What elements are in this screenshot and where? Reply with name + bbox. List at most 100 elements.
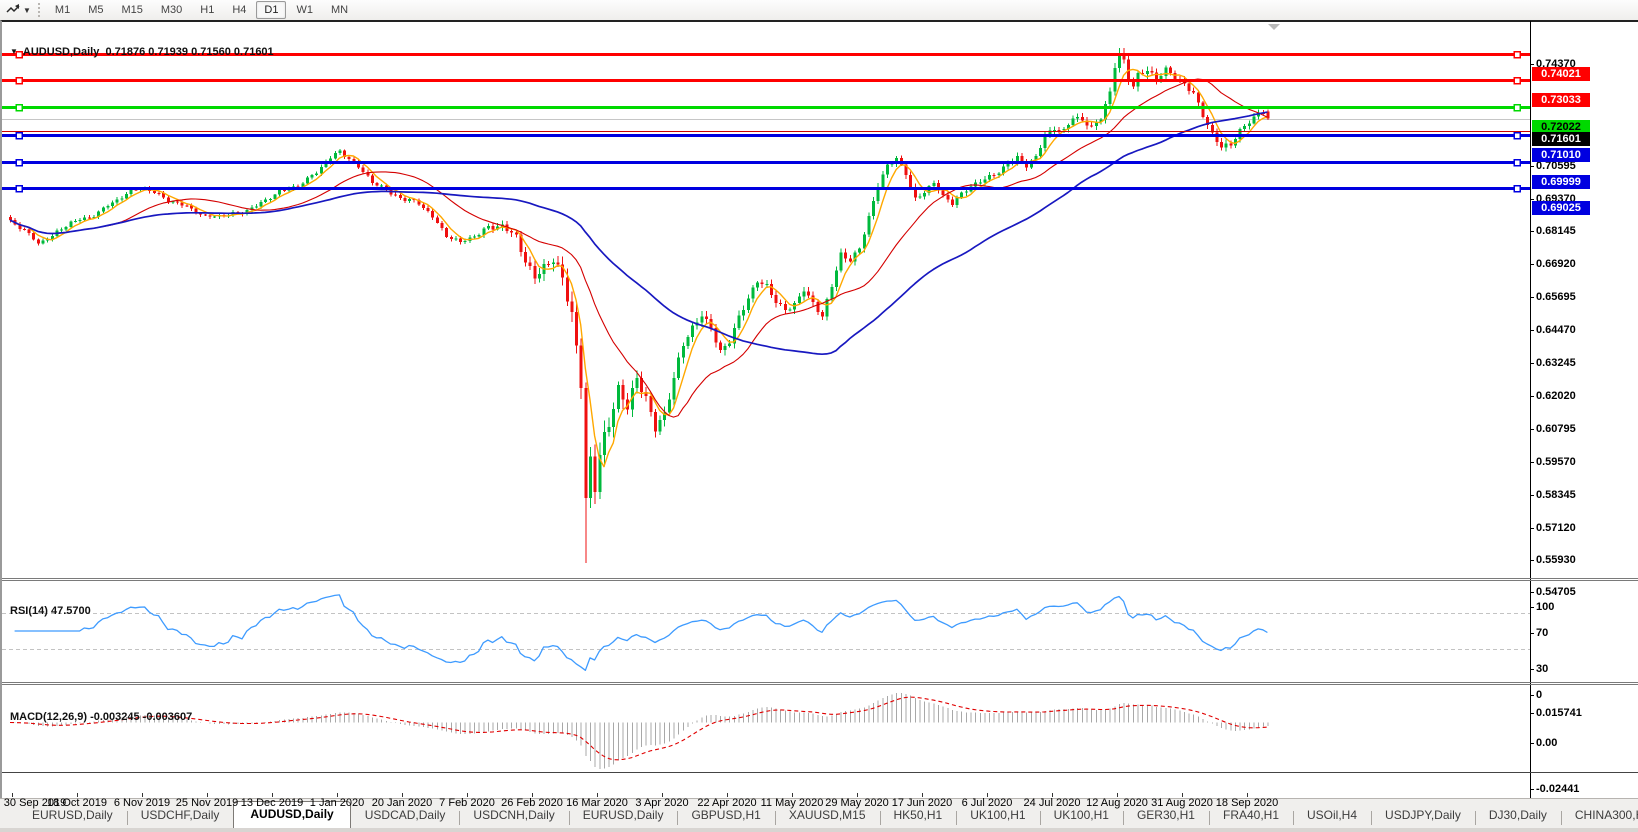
candle-body <box>918 196 921 197</box>
line-handle[interactable] <box>16 133 22 139</box>
line-handle[interactable] <box>16 78 22 84</box>
candle-body <box>761 283 764 284</box>
timeframe-button-m15[interactable]: M15 <box>113 1 150 19</box>
rsi-axis-tick-label: 70 <box>1536 627 1548 639</box>
chevron-down-icon[interactable]: ▼ <box>23 6 31 15</box>
price-axis-tick <box>1530 231 1534 232</box>
candle-body <box>454 238 457 239</box>
price-axis-tick <box>1530 330 1534 331</box>
timeframe-button-d1[interactable]: D1 <box>256 1 286 19</box>
timeframe-button-h1[interactable]: H1 <box>192 1 222 19</box>
chart-tab-usoil-h4[interactable]: USOil,H4 <box>1293 804 1371 828</box>
candle-body <box>1090 125 1093 126</box>
candle-body <box>691 325 694 337</box>
candle-body <box>802 291 805 296</box>
candle-body <box>459 238 462 242</box>
macd-pane <box>10 693 1268 769</box>
macd-axis-tick <box>1530 713 1534 714</box>
line-handle[interactable] <box>1514 78 1520 84</box>
chart-ohlc-values: 0.71876 0.71939 0.71560 0.71601 <box>105 46 273 58</box>
line-handle[interactable] <box>1514 160 1520 166</box>
candle-body <box>737 316 740 329</box>
title-dropdown-icon[interactable]: ▼ <box>10 47 18 56</box>
chart-graphics[interactable] <box>2 21 1638 821</box>
date-axis-label: 18 Sep 2020 <box>1216 797 1278 809</box>
line-handle[interactable] <box>1514 133 1520 139</box>
candle-body <box>863 234 866 248</box>
candle-body <box>988 175 991 180</box>
candle-body <box>130 190 133 194</box>
date-axis-label: 11 May 2020 <box>761 797 824 809</box>
candle-body <box>654 412 657 432</box>
candle-body <box>775 295 778 303</box>
chart-shift-marker-icon[interactable] <box>1268 24 1280 30</box>
line-handle[interactable] <box>16 105 22 111</box>
moving-average-line-55 <box>10 112 1267 354</box>
candle-body <box>213 217 216 218</box>
chart-tab-usdjpy-daily[interactable]: USDJPY,Daily <box>1371 804 1475 828</box>
chart-tab-dj30-daily[interactable]: DJ30,Daily <box>1475 804 1561 828</box>
line-handle[interactable] <box>16 186 22 192</box>
date-axis-label: 22 Apr 2020 <box>697 797 756 809</box>
candle-body <box>983 179 986 182</box>
candle-body <box>580 345 583 388</box>
chart-mode-icon[interactable] <box>4 2 22 18</box>
candle-body <box>649 396 652 412</box>
candle-body <box>1146 71 1149 74</box>
price-axis-tick <box>1530 592 1534 593</box>
toolbar-drag-handle[interactable] <box>38 3 40 17</box>
candle-body <box>482 228 485 234</box>
candle-body <box>487 226 490 228</box>
timeframe-button-mn[interactable]: MN <box>323 1 356 19</box>
candle-body <box>1058 130 1061 131</box>
candle-body <box>1076 117 1079 118</box>
candle-body <box>510 231 513 232</box>
date-axis-label: 13 Dec 2019 <box>241 797 303 809</box>
candle-body <box>311 175 314 177</box>
price-level-tag[interactable]: 0.73033 <box>1532 93 1590 107</box>
price-level-tag[interactable]: 0.71010 <box>1532 148 1590 162</box>
candle-body <box>445 228 448 237</box>
timeframe-button-w1[interactable]: W1 <box>288 1 321 19</box>
price-axis-tick-label: 0.64470 <box>1536 324 1576 336</box>
rsi-axis-tick <box>1530 633 1534 634</box>
line-handle[interactable] <box>16 160 22 166</box>
candle-body <box>83 217 86 220</box>
candle-body <box>408 199 411 201</box>
candle-body <box>441 223 444 228</box>
candle-body <box>352 159 355 161</box>
window-bottom-edge <box>0 828 1638 832</box>
date-axis-label: 3 Apr 2020 <box>635 797 688 809</box>
price-axis-tick-label: 0.55930 <box>1536 554 1576 566</box>
line-handle[interactable] <box>1514 52 1520 58</box>
rsi-axis-tick <box>1530 607 1534 608</box>
timeframe-button-m5[interactable]: M5 <box>80 1 111 19</box>
candle-body <box>1192 91 1195 92</box>
candle-body <box>1225 143 1228 147</box>
macd-indicator-label: MACD(12,26,9) -0.003245 -0.003607 <box>10 711 192 723</box>
chart-window[interactable]: ▼AUDUSD,Daily 0.71876 0.71939 0.71560 0.… <box>0 20 1638 798</box>
candle-body <box>1253 116 1256 123</box>
candle-body <box>951 199 954 205</box>
candle-body <box>923 193 926 196</box>
price-level-tag[interactable]: 0.69999 <box>1532 175 1590 189</box>
candle-body <box>348 157 351 159</box>
price-level-tag[interactable]: 0.69025 <box>1532 201 1590 215</box>
candle-body <box>557 262 560 264</box>
current-price-tag: 0.71601 <box>1532 132 1590 146</box>
candle-body <box>399 195 402 198</box>
candle-body <box>1007 164 1010 167</box>
timeframe-button-m1[interactable]: M1 <box>47 1 78 19</box>
timeframe-button-h4[interactable]: H4 <box>224 1 254 19</box>
date-axis-label: 20 Jan 2020 <box>372 797 433 809</box>
candle-body <box>612 409 615 427</box>
candle-body <box>1039 148 1042 156</box>
chart-tab-china300-h1[interactable]: CHINA300,H1 <box>1561 804 1638 828</box>
line-handle[interactable] <box>1514 105 1520 111</box>
line-handle[interactable] <box>1514 186 1520 192</box>
moving-average-line-5 <box>10 69 1267 466</box>
candlestick-series <box>9 48 1269 563</box>
timeframe-button-m30[interactable]: M30 <box>153 1 190 19</box>
price-level-tag[interactable]: 0.74021 <box>1532 67 1590 81</box>
price-axis-tick <box>1530 462 1534 463</box>
